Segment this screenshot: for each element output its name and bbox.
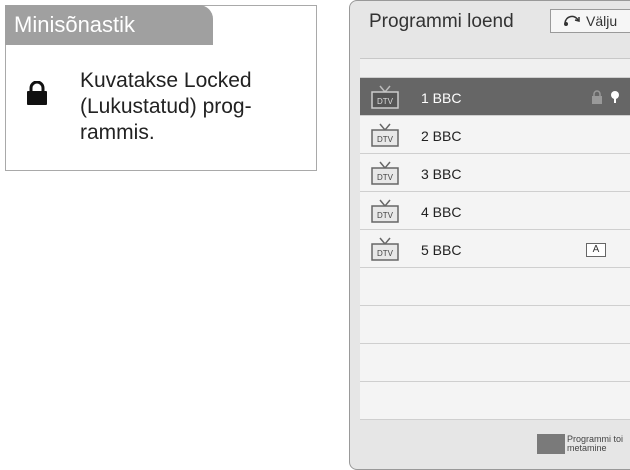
lock-icon (592, 90, 602, 104)
favourite-icon (611, 91, 619, 103)
channel-row-4[interactable]: DTV 4 BBC (360, 192, 630, 230)
lock-icon (27, 81, 47, 105)
channel-label: 5 BBC (421, 242, 462, 258)
empty-row (360, 344, 630, 382)
edit-programme-key[interactable]: Programmi toi metamine (537, 434, 630, 454)
glossary-title: Minisõnastik (5, 5, 213, 45)
dtv-badge: DTV (377, 97, 394, 106)
dtv-tv-icon: DTV (371, 123, 399, 147)
dtv-badge: DTV (377, 249, 394, 258)
dtv-badge: DTV (377, 173, 394, 182)
dtv-tv-icon: DTV (371, 85, 399, 109)
empty-row (360, 268, 630, 306)
panel-title: Programmi loend (369, 11, 514, 32)
dtv-tv-icon: DTV (371, 237, 399, 261)
dtv-badge: DTV (377, 211, 394, 220)
edit-programme-label: Programmi toi metamine (567, 435, 630, 453)
channel-row-1[interactable]: DTV 1 BBC (360, 78, 630, 116)
dtv-badge: DTV (377, 135, 394, 144)
color-key-button[interactable] (537, 434, 565, 454)
list-header-spacer (360, 59, 630, 78)
channel-row-2[interactable]: DTV 2 BBC (360, 116, 630, 154)
channel-label: 2 BBC (421, 128, 462, 144)
return-arrow-icon (564, 15, 580, 26)
audio-language-icon: A (586, 243, 606, 257)
empty-row (360, 306, 630, 344)
glossary-line: rammis. (80, 121, 155, 144)
programme-list-panel: Programmi loend Välju DTV 1 BBC DTV 2 BB… (349, 0, 630, 470)
empty-row (360, 382, 630, 420)
channel-row-5[interactable]: DTV 5 BBC A (360, 230, 630, 268)
dtv-tv-icon: DTV (371, 161, 399, 185)
glossary-line: (Lukustatud) prog- (80, 95, 252, 118)
channel-label: 4 BBC (421, 204, 462, 220)
exit-label: Välju (586, 13, 618, 29)
channel-row-3[interactable]: DTV 3 BBC (360, 154, 630, 192)
channel-label: 1 BBC (421, 90, 462, 106)
glossary-box: Minisõnastik Kuvatakse Locked (Lukustatu… (5, 5, 317, 171)
channel-label: 3 BBC (421, 166, 462, 182)
dtv-tv-icon: DTV (371, 199, 399, 223)
exit-button[interactable]: Välju (550, 9, 630, 33)
glossary-description: Kuvatakse Locked (Lukustatud) prog- ramm… (80, 68, 308, 146)
channel-list: DTV 1 BBC DTV 2 BBC DTV 3 BBC DTV 4 BBC … (360, 58, 630, 420)
glossary-line: Kuvatakse Locked (80, 69, 252, 92)
